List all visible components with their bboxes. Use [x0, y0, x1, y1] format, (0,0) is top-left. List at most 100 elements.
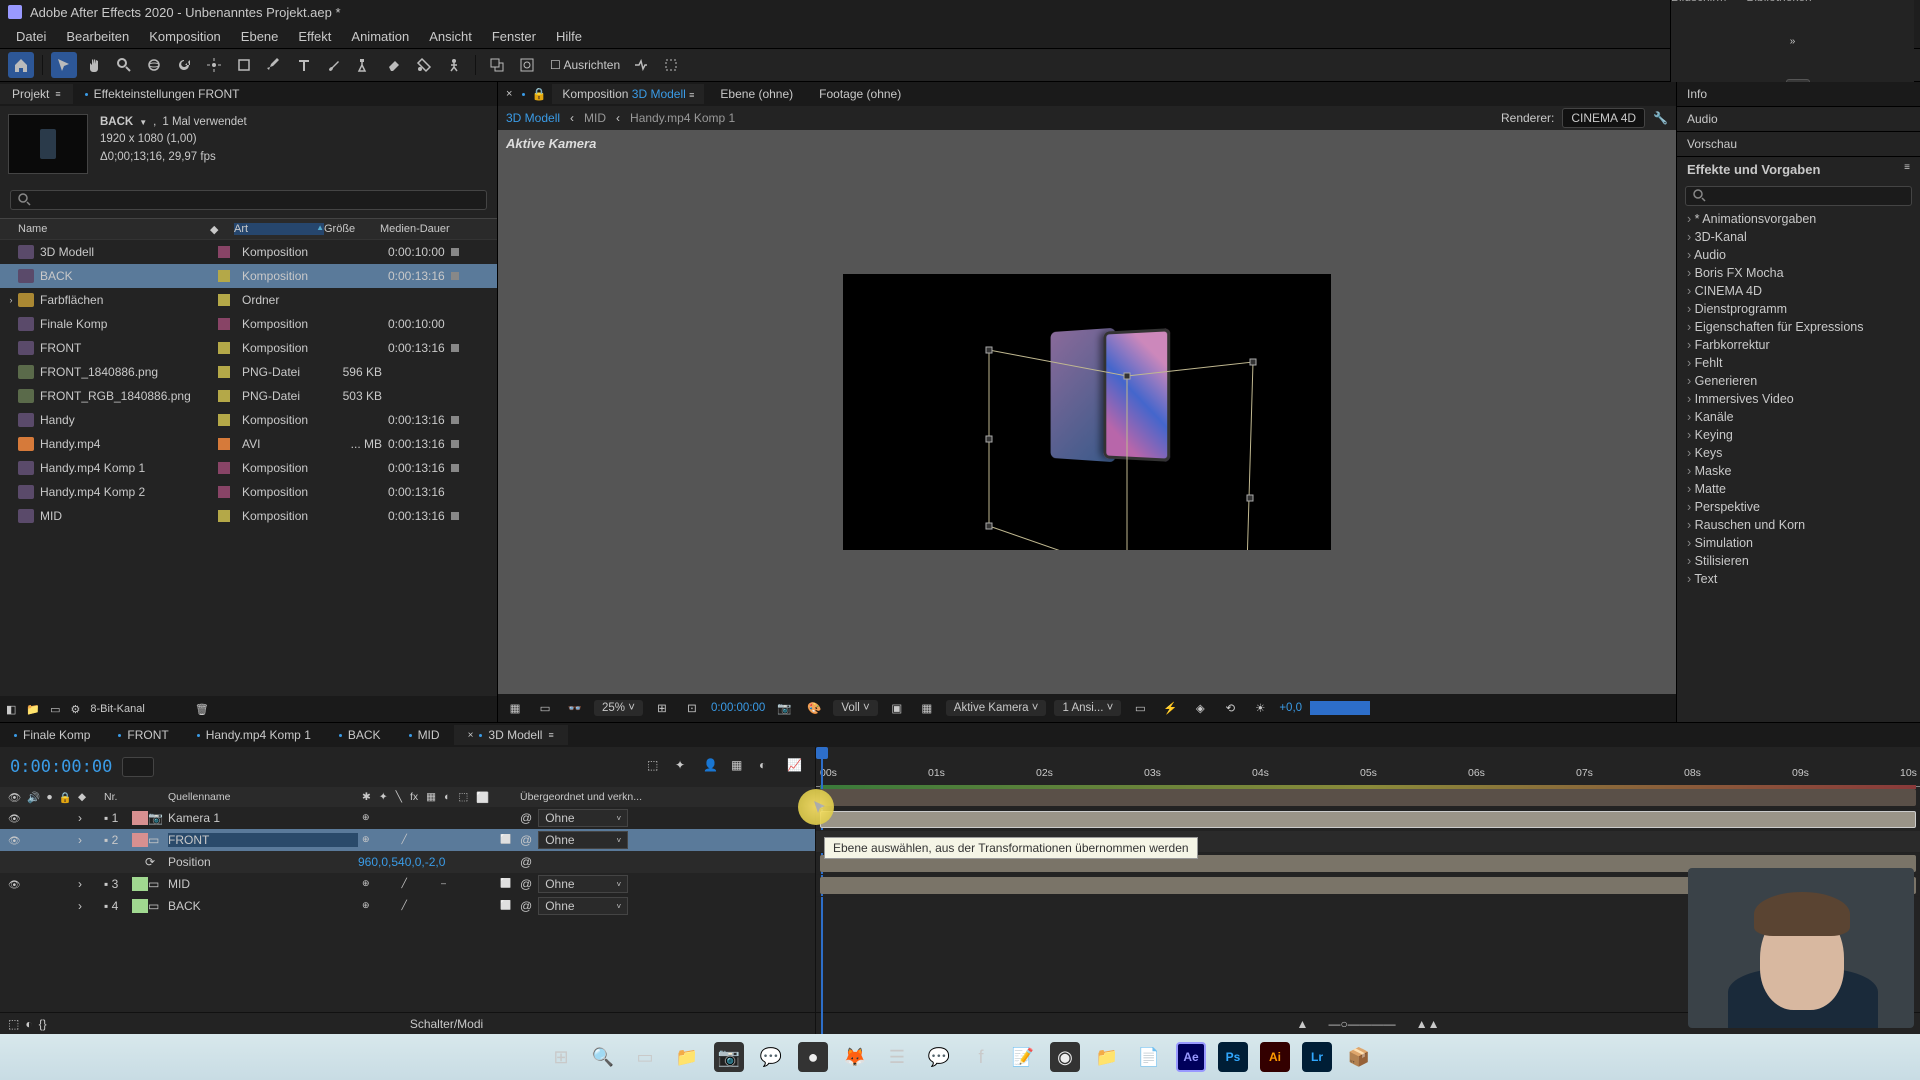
exposure-value[interactable]: +0,0 [1279, 702, 1302, 714]
shy-button[interactable]: 👤 [703, 758, 721, 776]
taskbar-app2[interactable]: ☰ [882, 1042, 912, 1072]
crumb-active[interactable]: 3D Modell [506, 111, 560, 125]
views-select[interactable]: 1 Ansi... ˅ [1054, 700, 1121, 716]
effect-category[interactable]: Immersives Video [1677, 390, 1920, 408]
timeline-tab[interactable]: MID [395, 725, 454, 745]
effect-category[interactable]: Perspektive [1677, 498, 1920, 516]
menu-fenster[interactable]: Fenster [482, 25, 546, 48]
menu-datei[interactable]: Datei [6, 25, 56, 48]
effect-category[interactable]: Maske [1677, 462, 1920, 480]
timeline-tab[interactable]: BACK [325, 725, 395, 745]
timeline-layer[interactable]: › ▪ 4 ▭ BACK ⊕╱⬜ Ohne˅ [0, 895, 815, 917]
graph-editor-button[interactable]: 📈 [787, 758, 805, 776]
project-item[interactable]: Handy.mp4 Komp 2 Komposition 0:00:13:16 [0, 480, 497, 504]
transparency-button[interactable]: ▦ [916, 698, 938, 718]
brush-tool[interactable] [321, 52, 347, 78]
taskbar-messenger[interactable]: 💬 [924, 1042, 954, 1072]
timeline-button[interactable]: ◈ [1189, 698, 1211, 718]
project-item[interactable]: FRONT_RGB_1840886.png PNG-Datei 503 KB [0, 384, 497, 408]
project-item[interactable]: BACK Komposition 0:00:13:16 [0, 264, 497, 288]
project-item[interactable]: Finale Komp Komposition 0:00:10:00 [0, 312, 497, 336]
timeline-tab[interactable]: Finale Komp [0, 725, 104, 745]
taskbar-app3[interactable]: 📦 [1344, 1042, 1374, 1072]
home-tool[interactable] [8, 52, 34, 78]
taskbar-files[interactable]: 📁 [1092, 1042, 1122, 1072]
tab-effect-controls[interactable]: Effekteinstellungen FRONT [73, 84, 252, 104]
taskbar-notes[interactable]: 📝 [1008, 1042, 1038, 1072]
effect-category[interactable]: Generieren [1677, 372, 1920, 390]
menu-ebene[interactable]: Ebene [231, 25, 289, 48]
toggle-modes[interactable]: ◐ [25, 1017, 32, 1031]
text-tool[interactable] [291, 52, 317, 78]
current-time[interactable]: 0:00:00:00 [711, 702, 765, 714]
create-mask-tool[interactable] [514, 52, 540, 78]
selection-tool[interactable] [51, 52, 77, 78]
menu-animation[interactable]: Animation [341, 25, 419, 48]
orbit-tool[interactable] [141, 52, 167, 78]
pickwhip-icon[interactable] [520, 899, 532, 913]
renderer-settings[interactable]: 🔧 [1653, 111, 1668, 125]
shape-tool[interactable] [231, 52, 257, 78]
tab-composition[interactable]: Komposition 3D Modell ≡ [552, 84, 704, 104]
taskbar-obs[interactable]: ◉ [1050, 1042, 1080, 1072]
effects-list[interactable]: * Animationsvorgaben3D-KanalAudioBoris F… [1677, 210, 1920, 722]
parent-dropdown[interactable]: Ohne˅ [538, 897, 628, 915]
taskbar-start[interactable]: ⊞ [546, 1042, 576, 1072]
lock-icon[interactable]: 🔒 [531, 87, 546, 101]
settings-button[interactable]: ⚙ [71, 703, 81, 716]
effect-category[interactable]: 3D-Kanal [1677, 228, 1920, 246]
timeline-search[interactable] [122, 757, 154, 777]
snap-options[interactable] [628, 52, 654, 78]
delete-button[interactable]: 🗑 [195, 703, 209, 716]
menu-hilfe[interactable]: Hilfe [546, 25, 592, 48]
menu-ansicht[interactable]: Ansicht [419, 25, 482, 48]
project-item[interactable]: › Farbflächen Ordner [0, 288, 497, 312]
timeline-layer[interactable]: › ▪ 1 📷 Kamera 1 ⊕ Ohne˅ [0, 807, 815, 829]
toggle-switches[interactable]: ⬚ [8, 1017, 19, 1031]
tab-footage[interactable]: Footage (ohne) [809, 84, 911, 104]
guides-button[interactable]: 👓 [564, 698, 586, 718]
hand-tool[interactable] [81, 52, 107, 78]
taskbar-camera[interactable]: 📷 [714, 1042, 744, 1072]
zoom-tool[interactable] [111, 52, 137, 78]
menu-effekt[interactable]: Effekt [288, 25, 341, 48]
create-shape-tool[interactable] [484, 52, 510, 78]
effect-category[interactable]: Keys [1677, 444, 1920, 462]
parent-dropdown[interactable]: Ohne˅ [538, 875, 628, 893]
panel-preview[interactable]: Vorschau [1677, 132, 1920, 157]
pickwhip-icon[interactable] [520, 833, 532, 847]
pickwhip-icon[interactable] [520, 811, 532, 825]
taskbar-ae[interactable]: Ae [1176, 1042, 1206, 1072]
taskbar-ai[interactable]: Ai [1260, 1042, 1290, 1072]
effect-category[interactable]: Fehlt [1677, 354, 1920, 372]
new-comp-button[interactable]: ▭ [50, 703, 60, 716]
clone-tool[interactable] [351, 52, 377, 78]
grid-button[interactable]: ⊞ [651, 698, 673, 718]
effect-category[interactable]: Boris FX Mocha [1677, 264, 1920, 282]
motion-blur-button[interactable]: ◐ [759, 758, 777, 776]
tab-layer[interactable]: Ebene (ohne) [710, 84, 803, 104]
layer-property[interactable]: ⟳ Position 960,0,540,0,-2,0 [0, 851, 815, 873]
taskbar-facebook[interactable]: f [966, 1042, 996, 1072]
eraser-tool[interactable] [381, 52, 407, 78]
project-list[interactable]: 3D Modell Komposition 0:00:10:00 BACK Ko… [0, 240, 497, 696]
tab-project[interactable]: Projekt ≡ [0, 84, 73, 104]
bit-depth[interactable]: 8-Bit-Kanal [90, 703, 144, 715]
roi-button[interactable]: ▣ [886, 698, 908, 718]
close-tab[interactable]: × [502, 88, 516, 100]
roto-tool[interactable] [411, 52, 437, 78]
project-item[interactable]: 3D Modell Komposition 0:00:10:00 [0, 240, 497, 264]
parent-dropdown[interactable]: Ohne˅ [538, 831, 628, 849]
effect-category[interactable]: * Animationsvorgaben [1677, 210, 1920, 228]
rotate-tool[interactable] [171, 52, 197, 78]
taskbar-explorer[interactable]: 📁 [672, 1042, 702, 1072]
comp-mini-flowchart[interactable]: ⬚ [647, 758, 665, 776]
timeline-layer[interactable]: › ▪ 2 ▭ FRONT ⊕╱⬜ Ohne˅ [0, 829, 815, 851]
effects-presets-header[interactable]: Effekte und Vorgaben≡ [1677, 157, 1920, 182]
effect-category[interactable]: Text [1677, 570, 1920, 588]
time-ruler[interactable]: 00s01s02s03s04s05s06s07s08s09s10s [816, 747, 1920, 787]
project-columns[interactable]: Name ◆ Art ▲ Größe Medien-Dauer [0, 218, 497, 240]
snap-checkbox[interactable]: ☐ Ausrichten [550, 58, 620, 72]
project-item[interactable]: FRONT Komposition 0:00:13:16 [0, 336, 497, 360]
effect-category[interactable]: CINEMA 4D [1677, 282, 1920, 300]
